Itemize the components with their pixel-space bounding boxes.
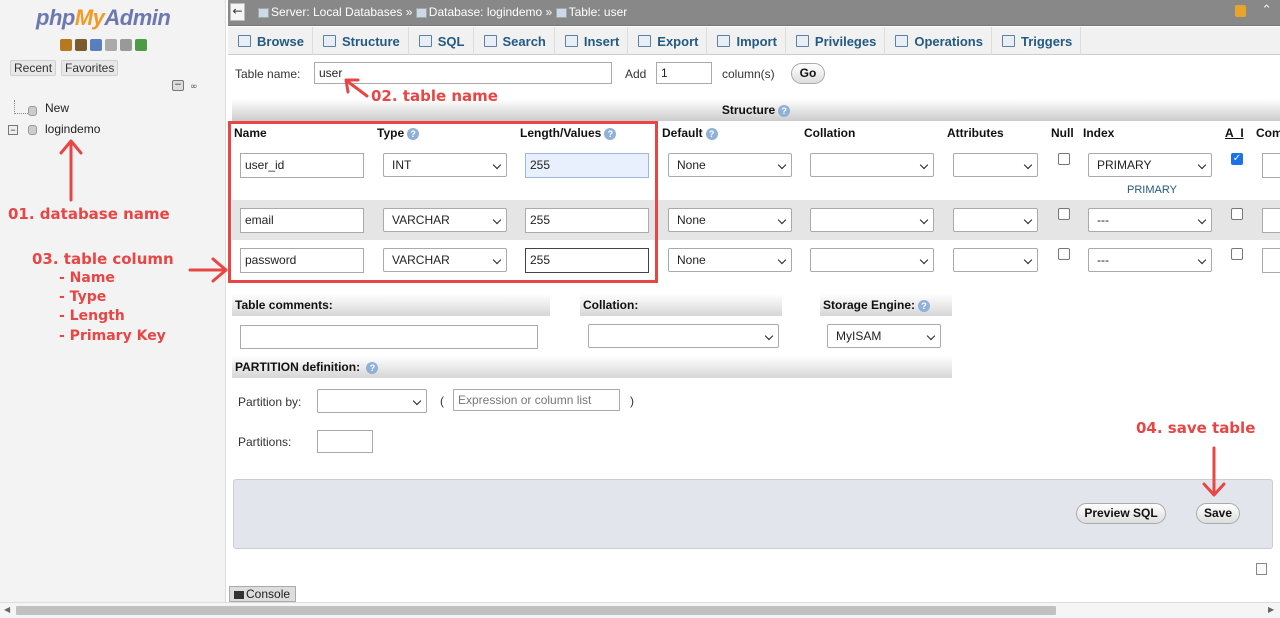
annotation-arrows (0, 0, 1280, 618)
annotation-save-table: 04. save table (1136, 419, 1255, 437)
annotation-database-name: 01. database name (8, 205, 170, 223)
phpmyadmin-window: phpMyAdmin Recent Favorites − ∞ New − lo… (0, 0, 1280, 618)
annotation-item: - Name (59, 270, 115, 286)
annotation-table-column: 03. table column (32, 250, 174, 268)
arrow-table-name (347, 81, 367, 96)
annotation-table-name: 02. table name (371, 87, 498, 105)
annotation-item: - Type (59, 289, 106, 305)
annotation-item: - Length (59, 308, 125, 324)
annotation-item: - Primary Key (59, 328, 166, 344)
